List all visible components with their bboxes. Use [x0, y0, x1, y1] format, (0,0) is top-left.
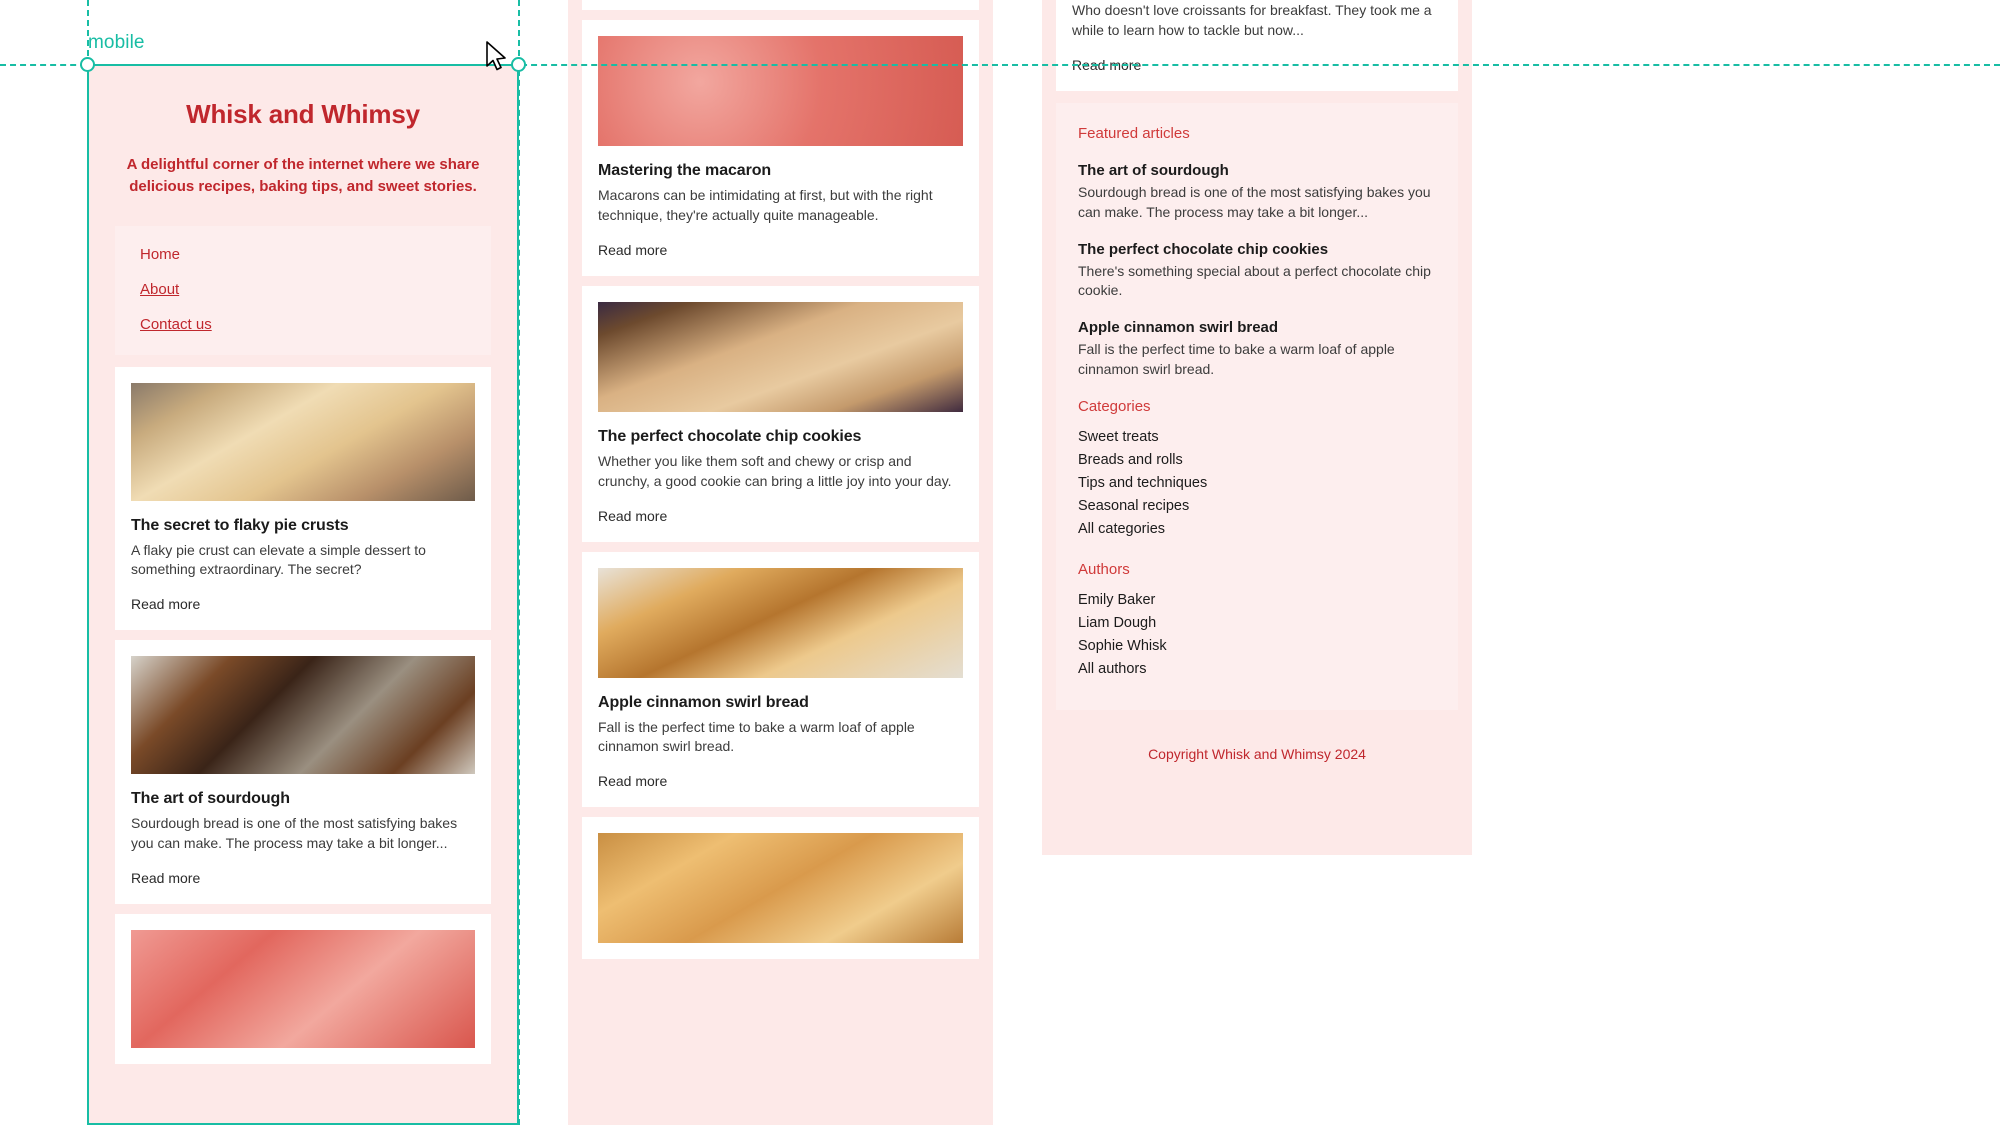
category-item-tips-and-techniques[interactable]: Tips and techniques [1078, 475, 1436, 491]
read-more-link[interactable]: Read more [131, 596, 200, 612]
post-title: The art of sourdough [131, 790, 290, 808]
post-image-macaron [598, 36, 963, 146]
featured-article-item[interactable]: The art of sourdough Sourdough bread is … [1078, 162, 1436, 223]
read-more-link[interactable]: Read more [598, 508, 667, 524]
viewport-tablet[interactable]: Read more Mastering the macaron Macarons… [568, 0, 993, 1125]
main-nav: Home About Contact us [115, 225, 491, 355]
category-item-all-categories[interactable]: All categories [1078, 521, 1436, 537]
post-description: A flaky pie crust can elevate a simple d… [131, 541, 426, 578]
author-item-sophie-whisk[interactable]: Sophie Whisk [1078, 638, 1436, 654]
resize-handle-top-right[interactable] [511, 57, 526, 72]
post-card-macaron[interactable] [115, 914, 491, 1064]
post-card-previous[interactable]: Read more [582, 0, 979, 10]
post-image-macaron [131, 930, 475, 1048]
post-description: Whether you like them soft and chewy or … [598, 452, 952, 489]
category-item-seasonal-recipes[interactable]: Seasonal recipes [1078, 498, 1436, 514]
post-card-cinnamon[interactable]: Apple cinnamon swirl bread Fall is the p… [582, 551, 979, 808]
featured-article-desc: There's something special about a perfec… [1078, 262, 1431, 299]
post-image-croissants [598, 833, 963, 944]
site-tagline: A delightful corner of the internet wher… [126, 156, 480, 195]
post-description: Sourdough bread is one of the most satis… [131, 815, 458, 852]
post-card-croissants[interactable] [582, 817, 979, 960]
resize-handle-top-left[interactable] [80, 57, 95, 72]
read-more-link[interactable]: Read more [1072, 57, 1141, 73]
category-item-sweet-treats[interactable]: Sweet treats [1078, 429, 1436, 445]
category-item-breads-and-rolls[interactable]: Breads and rolls [1078, 452, 1436, 468]
read-more-link[interactable]: Read more [598, 773, 667, 789]
footer-copyright: Copyright Whisk and Whimsy 2024 [1148, 746, 1366, 762]
post-card-croissants[interactable]: My favorite croissants Who doesn't love … [1056, 0, 1458, 91]
post-card-sourdough[interactable]: The art of sourdough Sourdough bread is … [115, 640, 491, 904]
authors-heading: Authors [1078, 561, 1130, 578]
post-description: Who doesn't love croissants for breakfas… [1072, 2, 1432, 38]
post-title: Apple cinnamon swirl bread [598, 693, 809, 711]
post-image-sourdough [131, 656, 475, 775]
viewport-desktop[interactable]: My favorite croissants Who doesn't love … [1042, 0, 1472, 855]
post-card-macaron[interactable]: Mastering the macaron Macarons can be in… [582, 20, 979, 276]
featured-article-title: The art of sourdough [1078, 161, 1229, 179]
post-image-pie [131, 382, 475, 501]
read-more-link[interactable]: Read more [131, 870, 200, 886]
post-title: The secret to flaky pie crusts [131, 516, 349, 534]
featured-article-desc: Fall is the perfect time to bake a warm … [1078, 341, 1395, 378]
nav-item-home[interactable]: Home [140, 246, 466, 263]
nav-item-contact-us[interactable]: Contact us [140, 316, 466, 333]
post-title: Mastering the macaron [598, 162, 772, 179]
author-item-liam-dough[interactable]: Liam Dough [1078, 615, 1436, 631]
read-more-link[interactable]: Read more [598, 242, 667, 258]
post-card-pie[interactable]: The secret to flaky pie crusts A flaky p… [115, 366, 491, 631]
post-image-cookies [598, 301, 963, 412]
post-description: Macarons can be intimidating at first, b… [598, 187, 933, 223]
post-card-cookies[interactable]: The perfect chocolate chip cookies Wheth… [582, 285, 979, 542]
featured-article-item[interactable]: The perfect chocolate chip cookies There… [1078, 241, 1436, 302]
site-title: Whisk and Whimsy [186, 99, 420, 129]
featured-article-title: Apple cinnamon swirl bread [1078, 319, 1279, 337]
sidebar-widgets: Featured articles The art of sourdough S… [1056, 102, 1458, 710]
author-item-all-authors[interactable]: All authors [1078, 661, 1436, 677]
featured-articles-heading: Featured articles [1078, 124, 1190, 142]
post-description: Fall is the perfect time to bake a warm … [598, 718, 915, 755]
viewport-mobile[interactable]: Whisk and Whimsy A delightful corner of … [88, 65, 518, 1125]
author-item-emily-baker[interactable]: Emily Baker [1078, 592, 1436, 608]
post-image-cinnamon [598, 567, 963, 678]
site-header: Whisk and Whimsy A delightful corner of … [88, 65, 518, 226]
categories-heading: Categories [1078, 398, 1151, 415]
post-title: The perfect chocolate chip cookies [598, 427, 862, 445]
nav-item-about[interactable]: About [140, 281, 466, 298]
featured-article-item[interactable]: Apple cinnamon swirl bread Fall is the p… [1078, 319, 1436, 380]
design-canvas: Whisk and Whimsy A delightful corner of … [0, 0, 2000, 1125]
guide-line-vertical-right [518, 0, 520, 1125]
featured-article-desc: Sourdough bread is one of the most satis… [1078, 183, 1431, 220]
featured-article-title: The perfect chocolate chip cookies [1078, 240, 1329, 258]
breakpoint-label[interactable]: mobile [88, 32, 145, 54]
